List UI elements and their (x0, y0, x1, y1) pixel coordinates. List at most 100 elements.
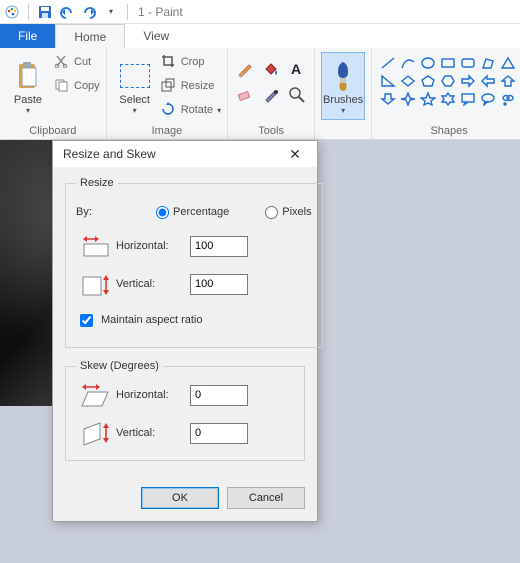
close-icon[interactable]: ✕ (281, 146, 309, 163)
copy-label: Copy (74, 80, 100, 92)
aspect-ratio-checkbox[interactable]: Maintain aspect ratio (76, 311, 203, 330)
shape-arrow-up[interactable] (500, 74, 516, 88)
paint-logo-icon (4, 4, 20, 20)
shape-hexagon[interactable] (440, 74, 456, 88)
resize-icon (161, 78, 177, 94)
resize-vertical-icon (76, 271, 116, 297)
resize-fieldset: Resize By: Percentage Pixels (65, 177, 323, 348)
shape-triangle[interactable] (500, 56, 516, 70)
redo-icon[interactable] (81, 4, 97, 20)
shape-callout-rect[interactable] (460, 92, 476, 106)
copy-button[interactable]: Copy (54, 76, 100, 96)
resize-horizontal-icon (76, 234, 116, 258)
resize-horizontal-label: Horizontal: (116, 240, 190, 252)
undo-icon[interactable] (59, 4, 75, 20)
shape-polygon[interactable] (480, 56, 496, 70)
qat-customize-icon[interactable]: ▾ (103, 4, 119, 20)
shape-right-triangle[interactable] (380, 74, 396, 88)
eraser-tool[interactable] (234, 84, 256, 106)
shape-star4[interactable] (400, 92, 416, 106)
group-clipboard: Paste ▾ Cut Copy Clipboard (0, 48, 107, 139)
shape-roundrect[interactable] (460, 56, 476, 70)
cut-button[interactable]: Cut (54, 52, 100, 72)
pencil-tool[interactable] (234, 58, 256, 80)
brush-icon (327, 60, 359, 92)
shape-star5[interactable] (420, 92, 436, 106)
skew-horizontal-input[interactable] (190, 385, 248, 406)
cut-label: Cut (74, 56, 91, 68)
rotate-icon (161, 102, 177, 118)
shape-rect[interactable] (440, 56, 456, 70)
resize-vertical-input[interactable] (190, 274, 248, 295)
tab-file[interactable]: File (0, 24, 55, 48)
svg-text:A: A (291, 61, 301, 77)
crop-icon (161, 54, 177, 70)
radio-percentage[interactable]: Percentage (156, 206, 229, 219)
shape-arrow-down[interactable] (380, 92, 396, 106)
ok-button[interactable]: OK (141, 487, 219, 509)
select-icon (119, 60, 151, 92)
skew-fieldset: Skew (Degrees) Horizontal: Vertical: (65, 360, 305, 461)
resize-legend: Resize (76, 177, 118, 189)
brushes-button[interactable]: Brushes ▾ (321, 52, 365, 120)
text-tool[interactable]: A (286, 58, 308, 80)
skew-horizontal-label: Horizontal: (116, 389, 190, 401)
shape-oval[interactable] (420, 56, 436, 70)
shape-curve[interactable] (400, 56, 416, 70)
brushes-label: Brushes (323, 94, 363, 106)
fill-tool[interactable] (260, 58, 282, 80)
radio-pixels[interactable]: Pixels (265, 206, 311, 219)
quick-access-toolbar: ▾ (4, 4, 130, 20)
skew-vertical-input[interactable] (190, 423, 248, 444)
resize-label: Resize (181, 80, 215, 92)
shape-callout-cloud[interactable] (500, 92, 516, 106)
resize-vertical-label: Vertical: (116, 278, 190, 290)
chevron-down-icon: ▾ (217, 106, 221, 115)
group-label-brushes (321, 123, 365, 137)
group-shapes: Shapes (372, 48, 520, 139)
magnifier-tool[interactable] (286, 84, 308, 106)
copy-icon (54, 78, 70, 94)
ribbon: Paste ▾ Cut Copy Clipboard Select ▾ (0, 48, 520, 140)
group-label-image: Image (113, 123, 221, 137)
skew-horizontal-icon (76, 382, 116, 408)
shapes-gallery[interactable] (378, 52, 520, 112)
shape-arrow-left[interactable] (480, 74, 496, 88)
radio-pixels-input[interactable] (265, 206, 278, 219)
cut-icon (54, 54, 70, 70)
tab-view[interactable]: View (125, 24, 187, 48)
shape-callout-oval[interactable] (480, 92, 496, 106)
group-brushes: Brushes ▾ (315, 48, 372, 139)
dialog-titlebar[interactable]: Resize and Skew ✕ (53, 141, 317, 167)
save-icon[interactable] (37, 4, 53, 20)
skew-vertical-icon (76, 419, 116, 447)
radio-pixels-label: Pixels (282, 206, 311, 218)
chevron-down-icon: ▾ (26, 106, 30, 115)
crop-button[interactable]: Crop (161, 52, 221, 72)
chevron-down-icon: ▾ (341, 106, 345, 115)
dialog-title: Resize and Skew (63, 147, 156, 161)
radio-percentage-input[interactable] (156, 206, 169, 219)
shape-star6[interactable] (440, 92, 456, 106)
ribbon-tabstrip: File Home View (0, 24, 520, 48)
shape-pentagon[interactable] (420, 74, 436, 88)
shape-line[interactable] (380, 56, 396, 70)
group-label-clipboard: Clipboard (6, 123, 100, 137)
select-button[interactable]: Select ▾ (113, 52, 157, 120)
rotate-label: Rotate (181, 104, 213, 116)
color-picker-tool[interactable] (260, 84, 282, 106)
paste-button[interactable]: Paste ▾ (6, 52, 50, 120)
aspect-ratio-input[interactable] (80, 314, 93, 327)
cancel-button[interactable]: Cancel (227, 487, 305, 509)
resize-horizontal-input[interactable] (190, 236, 248, 257)
crop-label: Crop (181, 56, 205, 68)
select-label: Select (119, 94, 150, 106)
rotate-button[interactable]: Rotate ▾ (161, 100, 221, 120)
shape-diamond[interactable] (400, 74, 416, 88)
skew-vertical-label: Vertical: (116, 427, 190, 439)
paste-label: Paste (14, 94, 42, 106)
resize-button[interactable]: Resize (161, 76, 221, 96)
by-label: By: (76, 206, 138, 218)
shape-arrow-right[interactable] (460, 74, 476, 88)
tab-home[interactable]: Home (55, 24, 125, 48)
